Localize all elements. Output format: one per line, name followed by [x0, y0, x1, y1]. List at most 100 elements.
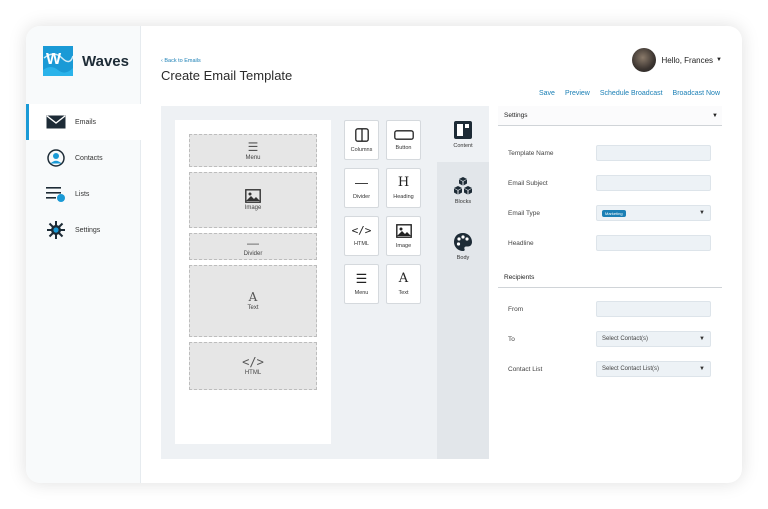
broadcast-now-button[interactable]: Broadcast Now: [673, 90, 720, 97]
email-type-chip[interactable]: Marketing: [602, 209, 626, 217]
template-name-row: Template Name: [498, 138, 722, 168]
caret-down-icon: ▼: [716, 57, 722, 63]
email-type-row: Email Type Marketing ▼: [498, 198, 722, 228]
sidebar-item-label: Emails: [75, 118, 97, 126]
sidebar-item-label: Lists: [75, 190, 90, 198]
tile-columns[interactable]: Columns: [344, 120, 379, 160]
divider-icon: —: [247, 235, 259, 250]
field-label: Email Subject: [508, 179, 548, 187]
email-canvas[interactable]: ☰ Menu Image — Divider A Text </> HTML: [175, 120, 331, 444]
tab-content[interactable]: Content: [437, 106, 489, 162]
tab-body[interactable]: Body: [437, 218, 489, 274]
canvas-block-menu[interactable]: ☰ Menu: [189, 134, 317, 167]
settings-panel: Settings ▼ Template Name Email Subject E…: [498, 106, 722, 384]
canvas-block-image[interactable]: Image: [189, 172, 317, 228]
text-icon: A: [398, 271, 409, 286]
svg-text:W: W: [46, 51, 62, 68]
user-menu[interactable]: Hello, Frances ▼: [632, 48, 722, 72]
field-label: Headline: [508, 239, 534, 247]
cubes-icon: [454, 176, 472, 194]
avatar: [632, 48, 657, 72]
tile-label: HTML: [354, 241, 369, 247]
back-link[interactable]: ‹ Back to Emails: [161, 58, 201, 64]
field-label: Template Name: [508, 149, 554, 157]
block-label: Divider: [243, 250, 263, 257]
action-bar: Save Preview Schedule Broadcast Broadcas…: [539, 90, 720, 97]
menu-icon: ☰: [355, 271, 368, 286]
tab-label: Body: [456, 254, 470, 261]
layout-icon: [454, 120, 472, 139]
canvas-block-html[interactable]: </> HTML: [189, 342, 317, 390]
tile-html[interactable]: </> HTML: [344, 216, 379, 256]
tile-label: Divider: [352, 194, 371, 200]
headline-field[interactable]: [596, 235, 711, 251]
tile-heading[interactable]: H Heading: [386, 168, 421, 208]
tile-text[interactable]: A Text: [386, 264, 421, 304]
tile-divider[interactable]: — Divider: [344, 168, 379, 208]
from-field[interactable]: [596, 301, 711, 317]
email-subject-row: Email Subject: [498, 168, 722, 198]
caret-down-icon: ▼: [699, 336, 705, 342]
envelope-icon: [45, 112, 67, 132]
editor-tabs: Content Blocks Body: [437, 106, 489, 459]
divider-icon: —: [355, 175, 368, 190]
template-name-field[interactable]: [596, 145, 711, 161]
code-icon: </>: [351, 224, 372, 237]
logo[interactable]: W Waves: [42, 44, 129, 78]
tab-label: Blocks: [454, 198, 472, 205]
sidebar-item-lists[interactable]: Lists: [26, 176, 141, 212]
block-label: Text: [247, 305, 259, 311]
settings-section-header[interactable]: Settings ▼: [498, 106, 722, 126]
to-select[interactable]: Select Contact(s) ▼: [596, 331, 711, 347]
from-row: From: [498, 294, 722, 324]
sidebar-item-contacts[interactable]: Contacts: [26, 140, 141, 176]
sidebar: W Waves Emails Contacts Lists Settings: [26, 26, 141, 483]
tab-blocks[interactable]: Blocks: [437, 162, 489, 218]
gear-icon: [45, 220, 67, 240]
select-value: Select Contact(s): [602, 336, 649, 342]
block-label: HTML: [244, 370, 262, 376]
canvas-block-text[interactable]: A Text: [189, 265, 317, 337]
menu-icon: ☰: [247, 139, 259, 154]
canvas-block-divider[interactable]: — Divider: [189, 233, 317, 260]
image-icon: [245, 189, 261, 203]
palette-icon: [454, 232, 472, 251]
contact-list-row: Contact List Select Contact List(s) ▼: [498, 354, 722, 384]
chevron-left-icon: ‹: [161, 58, 163, 64]
heading-icon: H: [397, 175, 410, 190]
sidebar-item-emails[interactable]: Emails: [26, 104, 141, 140]
image-icon: [395, 223, 412, 238]
recipients-section-header: Recipients: [498, 268, 722, 288]
preview-button[interactable]: Preview: [565, 90, 590, 97]
email-subject-field[interactable]: [596, 175, 711, 191]
tile-label: Text: [398, 290, 409, 296]
sidebar-nav: Emails Contacts Lists Settings: [26, 104, 141, 248]
block-label: Image: [244, 205, 262, 211]
schedule-broadcast-button[interactable]: Schedule Broadcast: [600, 90, 663, 97]
text-icon: A: [248, 290, 258, 304]
email-type-select[interactable]: Marketing ▼: [596, 205, 711, 221]
tile-button[interactable]: Button: [386, 120, 421, 160]
app-window: W Waves Emails Contacts Lists Settings ‹…: [26, 26, 742, 483]
contact-list-select[interactable]: Select Contact List(s) ▼: [596, 361, 711, 377]
section-title: Settings: [504, 112, 528, 119]
tile-image[interactable]: Image: [386, 216, 421, 256]
tile-label: Button: [395, 144, 412, 151]
field-label: To: [508, 335, 515, 343]
block-label: Menu: [245, 154, 261, 161]
tile-menu[interactable]: ☰ Menu: [344, 264, 379, 304]
person-icon: [45, 148, 67, 168]
tab-label: Content: [453, 142, 473, 149]
code-icon: </>: [242, 355, 264, 369]
to-row: To Select Contact(s) ▼: [498, 324, 722, 354]
tile-label: Menu: [354, 290, 369, 296]
tile-label: Image: [395, 242, 412, 249]
select-value: Select Contact List(s): [602, 366, 660, 372]
sidebar-item-settings[interactable]: Settings: [26, 212, 141, 248]
save-button[interactable]: Save: [539, 90, 555, 97]
tile-label: Heading: [393, 194, 414, 200]
page-title: Create Email Template: [161, 68, 293, 83]
brand-name: Waves: [82, 52, 129, 70]
field-label: Email Type: [508, 209, 541, 217]
section-title: Recipients: [504, 274, 535, 281]
